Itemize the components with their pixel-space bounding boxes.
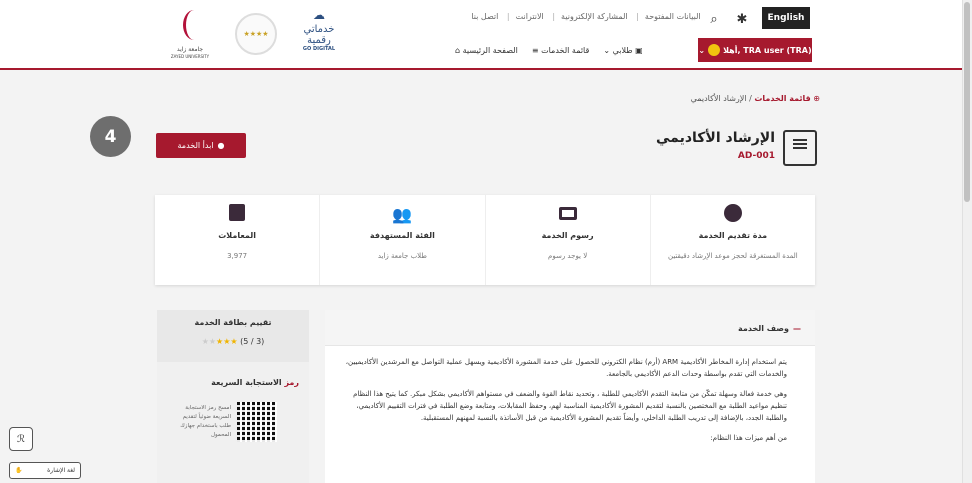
advising-service-icon	[783, 130, 817, 166]
description-header[interactable]: —وصف الخدمة	[325, 310, 815, 346]
accessibility-logo-icon[interactable]: ℛ	[9, 427, 33, 451]
breadcrumb-services-link[interactable]: قائمة الخدمات	[754, 94, 810, 103]
header-divider	[0, 68, 962, 70]
nav-home[interactable]: ⌂ الصفحة الرئيسية	[455, 46, 518, 55]
stat-value: 3,977	[227, 252, 248, 260]
description-paragraph: من أهم ميزات هذا النظام:	[710, 434, 787, 442]
logo-gd-ar: خدماتي رقمية	[303, 24, 335, 46]
users-icon: 👥	[392, 205, 413, 224]
cloud-icon: ☁	[313, 8, 325, 22]
search-icon[interactable]: ⌕	[703, 9, 725, 29]
rating-title: تقييم بطاقة الخدمة	[194, 318, 272, 327]
top-link-contact[interactable]: اتصل بنا	[471, 12, 498, 21]
header-logos: جامعة زايد ZAYED UNIVERSITY ★★★★ ☁ خدمات…	[165, 8, 341, 60]
zayed-university-logo[interactable]: جامعة زايد ZAYED UNIVERSITY	[165, 8, 215, 60]
collapse-icon: —	[793, 324, 801, 333]
avatar	[708, 44, 721, 56]
user-label: أهلا, TRA user (TRA)	[723, 45, 812, 55]
crescent-icon	[183, 10, 205, 40]
stack-icon: ≡	[531, 45, 539, 55]
hand-icon: ✋	[15, 467, 23, 474]
rating-stars[interactable]: ★★★★★	[202, 337, 238, 346]
stat-value: طلاب جامعة زايد	[377, 252, 427, 260]
service-code: AD-001	[737, 151, 775, 161]
logo-zu-en: ZAYED UNIVERSITY	[170, 54, 210, 59]
id-card-icon: ▣	[635, 45, 643, 55]
gear-icon[interactable]: ✱	[731, 9, 753, 29]
qr-panel: رمز الاستجابة السريعة امسح رمز الاستجابة…	[157, 362, 309, 483]
sign-language-button[interactable]: ✋ لغة الإشارة	[9, 462, 81, 479]
user-menu-button[interactable]: ⌄ أهلا, TRA user (TRA)	[698, 38, 812, 62]
breadcrumb-back-icon[interactable]: ⊕	[813, 94, 820, 103]
top-link-intranet[interactable]: الانترانت	[516, 12, 544, 21]
logo-gd-en: GO DIGITAL	[302, 46, 336, 52]
logo-zu-ar: جامعة زايد	[176, 46, 204, 53]
top-link-eparticipation[interactable]: المشاركة الإلكترونية	[561, 12, 628, 21]
top-links: البيانات المفتوحة| المشاركة الإلكترونية|…	[471, 12, 701, 21]
go-digital-logo[interactable]: ☁ خدماتي رقمية GO DIGITAL	[297, 8, 341, 60]
stat-label: الفئة المستهدفة	[369, 231, 435, 240]
home-icon: ⌂	[455, 45, 461, 55]
chevron-down-icon: ⌄	[603, 45, 611, 55]
stat-label: رسوم الخدمة	[541, 231, 594, 240]
nav-services[interactable]: ≡ قائمة الخدمات	[532, 46, 589, 55]
stat-target-audience: 👥 الفئة المستهدفة طلاب جامعة زايد	[319, 195, 484, 285]
top-link-open-data[interactable]: البيانات المفتوحة	[645, 12, 701, 21]
description-paragraph: يتم استخدام إدارة المخاطر الأكاديمية ARM…	[345, 358, 787, 378]
main-nav: ⌂ الصفحة الرئيسية ≡ قائمة الخدمات ⌄ طلاب…	[455, 38, 643, 62]
stat-duration: مدة تقديم الخدمة المدة المستغرقة لحجز مو…	[649, 195, 815, 285]
stat-fees: رسوم الخدمة لا يوجد رسوم	[484, 195, 650, 285]
chevron-down-icon: ⌄	[698, 45, 706, 55]
description-body: يتم استخدام إدارة المخاطر الأكاديمية ARM…	[325, 346, 815, 444]
qr-title: رمز الاستجابة السريعة	[211, 378, 299, 387]
page-title: الإرشاد الأكاديمي	[656, 130, 775, 146]
stat-label: مدة تقديم الخدمة	[698, 231, 768, 240]
rating-stars-logo: ★★★★	[235, 13, 277, 55]
breadcrumb: ⊕ قائمة الخدمات / الإرشاد الأكاديمي	[690, 94, 820, 103]
service-rating-panel: تقييم بطاقة الخدمة ★★★★★ (5 / 3)	[157, 310, 309, 362]
site-header: جامعة زايد ZAYED UNIVERSITY ★★★★ ☁ خدمات…	[0, 0, 962, 70]
rating-score: ★★★★★ (5 / 3)	[201, 337, 265, 346]
start-service-button[interactable]: ابدأ الخدمة ●	[156, 133, 246, 158]
nav-students[interactable]: ⌄ طلابي ▣	[603, 46, 642, 55]
service-description-panel: —وصف الخدمة يتم استخدام إدارة المخاطر ال…	[325, 310, 815, 483]
stat-value: المدة المستغرقة لحجز موعد الإرشاد دقيقتي…	[667, 252, 798, 260]
description-paragraph: وهي خدمة فعالة وسهلة تمكّن من متابعة الت…	[353, 390, 787, 422]
language-button[interactable]: English	[762, 7, 810, 29]
transactions-icon	[229, 204, 246, 221]
service-stats-card: المعاملات 3,977 👥 الفئة المستهدفة طلاب ج…	[155, 195, 815, 285]
stat-value: لا يوجد رسوم	[548, 252, 588, 260]
stat-label: المعاملات	[218, 231, 256, 240]
stat-transactions: المعاملات 3,977	[155, 195, 319, 285]
scrollbar-thumb[interactable]	[964, 2, 970, 202]
plus-circle-icon: ●	[217, 141, 225, 150]
breadcrumb-current: الإرشاد الأكاديمي	[690, 94, 747, 103]
money-icon	[558, 207, 577, 220]
qr-code-image	[237, 402, 277, 442]
step-badge: 4	[90, 116, 131, 157]
clock-icon	[723, 204, 742, 222]
qr-note: امسح رمز الاستجابة السريعة ضوئياً لتقديم…	[180, 405, 231, 438]
